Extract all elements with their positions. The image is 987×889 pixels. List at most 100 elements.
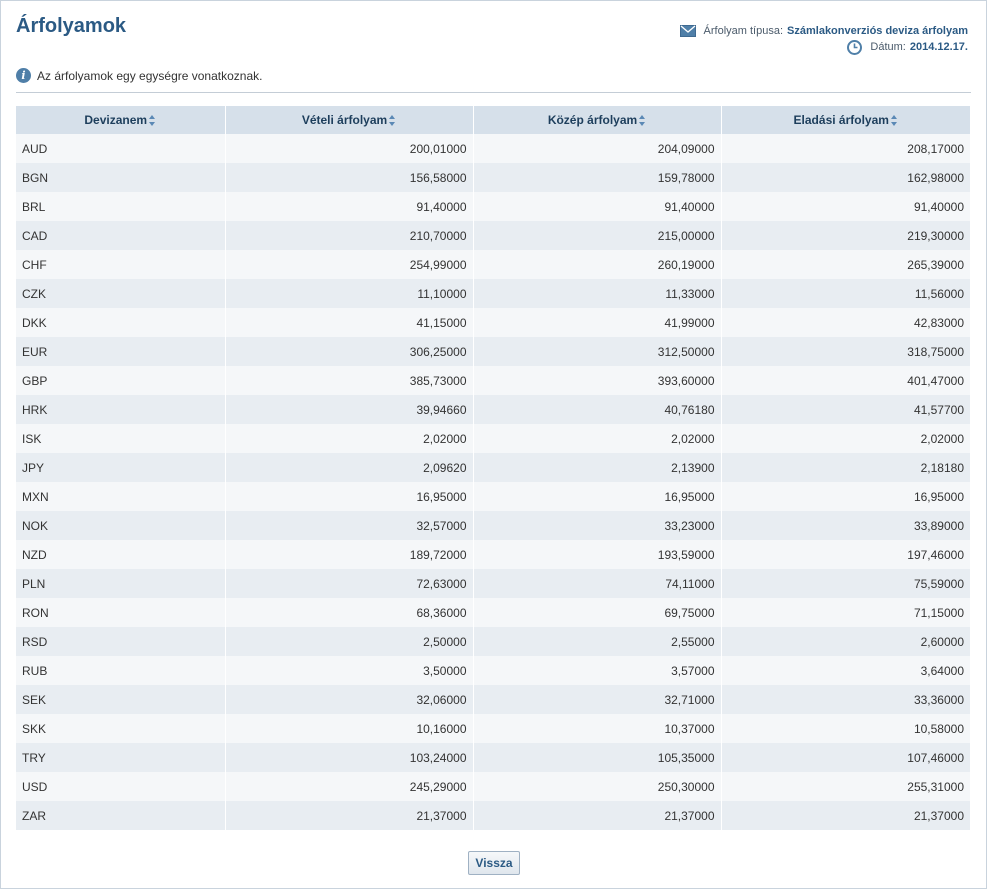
cell-buy-rate: 103,24000 — [224, 743, 473, 772]
table-row: EUR 306,25000 312,50000 318,75000 — [16, 337, 970, 366]
cell-mid-rate: 11,33000 — [472, 279, 721, 308]
table-row: BGN 156,58000 159,78000 162,98000 — [16, 163, 970, 192]
table-row: RON 68,36000 69,75000 71,15000 — [16, 598, 970, 627]
cell-sell-rate: 255,31000 — [720, 772, 970, 801]
back-button[interactable]: Vissza — [468, 851, 520, 875]
table-row: TRY 103,24000 105,35000 107,46000 — [16, 743, 970, 772]
cell-sell-rate: 10,58000 — [720, 714, 970, 743]
table-body: AUD 200,01000 204,09000 208,17000 BGN 156,580… — [16, 134, 970, 830]
cell-sell-rate: 2,02000 — [720, 424, 970, 453]
cell-sell-rate: 71,15000 — [720, 598, 970, 627]
cell-buy-rate: 156,58000 — [224, 163, 473, 192]
cell-buy-rate: 91,40000 — [224, 192, 473, 221]
cell-sell-rate: 91,40000 — [720, 192, 970, 221]
cell-currency: RON — [16, 598, 225, 627]
cell-sell-rate: 162,98000 — [720, 163, 970, 192]
divider — [16, 92, 971, 93]
cell-mid-rate: 16,95000 — [472, 482, 721, 511]
cell-mid-rate: 74,11000 — [472, 569, 721, 598]
cell-currency: ISK — [16, 424, 225, 453]
cell-sell-rate: 265,39000 — [720, 250, 970, 279]
cell-currency: PLN — [16, 569, 225, 598]
cell-buy-rate: 306,25000 — [224, 337, 473, 366]
cell-currency: RUB — [16, 656, 225, 685]
table-row: SKK 10,16000 10,37000 10,58000 — [16, 714, 970, 743]
cell-mid-rate: 41,99000 — [472, 308, 721, 337]
cell-mid-rate: 193,59000 — [472, 540, 721, 569]
table-row: ISK 2,02000 2,02000 2,02000 — [16, 424, 970, 453]
cell-currency: BGN — [16, 163, 225, 192]
table-row: SEK 32,06000 32,71000 33,36000 — [16, 685, 970, 714]
cell-currency: RSD — [16, 627, 225, 656]
table-row: JPY 2,09620 2,13900 2,18180 — [16, 453, 970, 482]
cell-currency: SKK — [16, 714, 225, 743]
cell-mid-rate: 204,09000 — [472, 134, 721, 163]
table-header-row: Devizanem Vételi árfolyam Közép árfolyam… — [16, 106, 970, 134]
cell-sell-rate: 3,64000 — [720, 656, 970, 685]
table-row: ZAR 21,37000 21,37000 21,37000 — [16, 801, 970, 830]
sort-arrows-icon[interactable] — [389, 115, 396, 127]
table-row: CAD 210,70000 215,00000 219,30000 — [16, 221, 970, 250]
cell-buy-rate: 32,06000 — [224, 685, 473, 714]
cell-currency: GBP — [16, 366, 225, 395]
cell-buy-rate: 21,37000 — [224, 801, 473, 830]
cell-mid-rate: 393,60000 — [472, 366, 721, 395]
column-header-currency[interactable]: Devizanem — [16, 106, 225, 134]
sort-arrows-icon[interactable] — [149, 115, 156, 127]
cell-mid-rate: 159,78000 — [472, 163, 721, 192]
table-row: CZK 11,10000 11,33000 11,56000 — [16, 279, 970, 308]
cell-buy-rate: 254,99000 — [224, 250, 473, 279]
cell-mid-rate: 40,76180 — [472, 395, 721, 424]
cell-currency: NOK — [16, 511, 225, 540]
table-row: HRK 39,94660 40,76180 41,57700 — [16, 395, 970, 424]
cell-buy-rate: 39,94660 — [224, 395, 473, 424]
column-header-label: Vételi árfolyam — [301, 113, 388, 127]
cell-sell-rate: 42,83000 — [720, 308, 970, 337]
table-row: RSD 2,50000 2,55000 2,60000 — [16, 627, 970, 656]
cell-currency: ZAR — [16, 801, 225, 830]
column-header-sell-rate[interactable]: Eladási árfolyam — [720, 106, 970, 134]
cell-currency: JPY — [16, 453, 225, 482]
cell-currency: TRY — [16, 743, 225, 772]
column-header-mid-rate[interactable]: Közép árfolyam — [472, 106, 721, 134]
table-row: RUB 3,50000 3,57000 3,64000 — [16, 656, 970, 685]
column-header-label: Devizanem — [84, 113, 148, 127]
rate-meta: Árfolyam típusa: Számlakonverziós deviza… — [679, 23, 968, 55]
table-row: DKK 41,15000 41,99000 42,83000 — [16, 308, 970, 337]
rate-type-row: Árfolyam típusa: Számlakonverziós deviza… — [679, 23, 968, 39]
cell-currency: SEK — [16, 685, 225, 714]
cell-mid-rate: 2,13900 — [472, 453, 721, 482]
cell-buy-rate: 200,01000 — [224, 134, 473, 163]
cell-currency: USD — [16, 772, 225, 801]
date-row: Dátum: 2014.12.17. — [680, 39, 968, 55]
cell-sell-rate: 2,60000 — [720, 627, 970, 656]
cell-sell-rate: 41,57700 — [720, 395, 970, 424]
cell-mid-rate: 250,30000 — [472, 772, 721, 801]
column-header-buy-rate[interactable]: Vételi árfolyam — [224, 106, 473, 134]
cell-currency: CAD — [16, 221, 225, 250]
cell-currency: DKK — [16, 308, 225, 337]
info-note: i Az árfolyamok egy egységre vonatkoznak… — [16, 68, 262, 83]
cell-sell-rate: 16,95000 — [720, 482, 970, 511]
table-row: GBP 385,73000 393,60000 401,47000 — [16, 366, 970, 395]
table-row: NOK 32,57000 33,23000 33,89000 — [16, 511, 970, 540]
cell-currency: CHF — [16, 250, 225, 279]
cell-sell-rate: 75,59000 — [720, 569, 970, 598]
sort-arrows-icon[interactable] — [639, 115, 646, 127]
cell-sell-rate: 401,47000 — [720, 366, 970, 395]
cell-mid-rate: 21,37000 — [472, 801, 721, 830]
rate-type-label: Árfolyam típusa: — [703, 25, 784, 37]
cell-currency: CZK — [16, 279, 225, 308]
cell-mid-rate: 32,71000 — [472, 685, 721, 714]
cell-mid-rate: 2,02000 — [472, 424, 721, 453]
cell-mid-rate: 260,19000 — [472, 250, 721, 279]
sort-arrows-icon[interactable] — [890, 115, 898, 127]
cell-sell-rate: 219,30000 — [720, 221, 970, 250]
cell-buy-rate: 385,73000 — [224, 366, 473, 395]
cell-buy-rate: 10,16000 — [224, 714, 473, 743]
table-row: NZD 189,72000 193,59000 197,46000 — [16, 540, 970, 569]
cell-buy-rate: 189,72000 — [224, 540, 473, 569]
rate-type-value: Számlakonverziós deviza árfolyam — [787, 25, 968, 37]
cell-mid-rate: 91,40000 — [472, 192, 721, 221]
cell-mid-rate: 215,00000 — [472, 221, 721, 250]
